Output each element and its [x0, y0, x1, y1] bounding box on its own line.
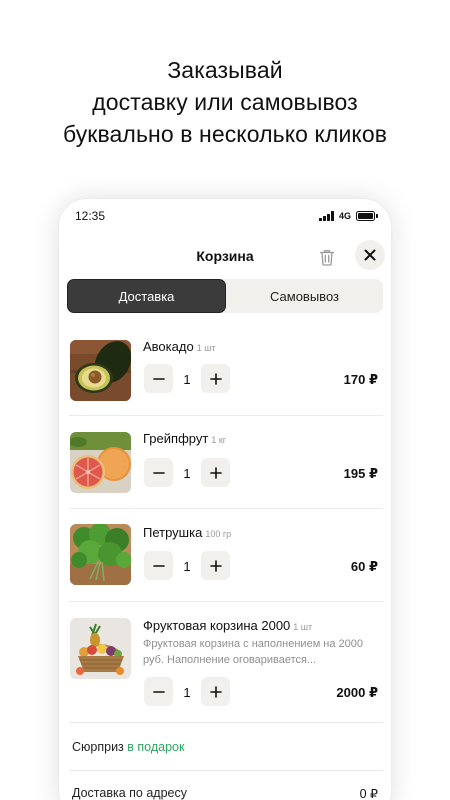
surprise-label: Сюрприз — [72, 740, 124, 754]
page-title: Корзина — [196, 248, 254, 264]
product-image — [70, 618, 131, 679]
close-icon — [364, 249, 376, 261]
item-name-text: Грейпфрут — [143, 431, 209, 446]
item-unit: 100 гр — [205, 529, 232, 539]
quantity-value: 1 — [183, 685, 191, 700]
battery-icon — [356, 211, 378, 221]
minus-icon — [152, 377, 165, 380]
item-name: Петрушка 100 гр — [143, 525, 231, 540]
minus-icon — [152, 471, 165, 474]
increase-quantity-button[interactable] — [201, 458, 230, 487]
quantity-value: 1 — [183, 559, 191, 574]
tab-pickup[interactable]: Самовывоз — [226, 279, 383, 313]
item-description: Фруктовая корзина с наполнением на 2000 … — [143, 638, 364, 666]
product-image — [70, 340, 131, 401]
divider — [69, 415, 383, 416]
headline-line-1: Заказывай — [167, 57, 283, 83]
promo-headline: Заказывай доставку или самовывоз букваль… — [0, 54, 450, 150]
divider — [69, 601, 383, 602]
decrease-quantity-button[interactable] — [144, 364, 173, 393]
delivery-address-label: Доставка по адресу — [72, 786, 187, 800]
divider — [69, 508, 383, 509]
decrease-quantity-button[interactable] — [144, 677, 173, 706]
surprise-gift-link[interactable]: в подарок — [127, 740, 184, 754]
item-price: 170 ₽ — [343, 372, 378, 387]
delivery-cost: 0 ₽ — [359, 787, 378, 800]
divider — [69, 770, 383, 771]
item-unit: 1 шт — [293, 622, 313, 632]
plus-icon — [209, 685, 222, 698]
item-unit: 1 шт — [196, 343, 216, 353]
quantity-value: 1 — [183, 372, 191, 387]
headline-line-2: доставку или самовывоз — [92, 89, 358, 115]
phone-mockup: 12:35 4G Корзина Доставка Самовывоз Авок… — [59, 199, 391, 800]
item-name: Грейпфрут 1 кг — [143, 431, 226, 446]
item-price: 195 ₽ — [343, 466, 378, 481]
decrease-quantity-button[interactable] — [144, 458, 173, 487]
minus-icon — [152, 564, 165, 567]
increase-quantity-button[interactable] — [201, 677, 230, 706]
quantity-value: 1 — [183, 466, 191, 481]
item-name-text: Авокадо — [143, 339, 194, 354]
plus-icon — [209, 559, 222, 572]
headline-line-3: буквально в несколько кликов — [62, 121, 388, 147]
item-price: 2000 ₽ — [336, 685, 378, 700]
close-button[interactable] — [355, 240, 385, 270]
divider — [69, 722, 383, 723]
status-bar: 12:35 4G — [59, 199, 391, 235]
signal-icon — [319, 211, 334, 221]
status-indicators: 4G — [319, 210, 378, 222]
surprise-gift-row[interactable]: Сюрприз в подарок — [72, 740, 184, 754]
network-type: 4G — [338, 211, 351, 221]
product-image — [70, 524, 131, 585]
plus-icon — [209, 466, 222, 479]
item-unit: 1 кг — [211, 435, 227, 445]
decrease-quantity-button[interactable] — [144, 551, 173, 580]
tab-delivery[interactable]: Доставка — [67, 279, 226, 313]
item-name: Авокадо 1 шт — [143, 339, 216, 354]
item-price: 60 ₽ — [350, 559, 378, 574]
item-name-text: Фруктовая корзина 2000 — [143, 618, 291, 633]
item-name: Фруктовая корзина 2000 1 шт — [143, 618, 312, 633]
increase-quantity-button[interactable] — [201, 364, 230, 393]
product-image — [70, 432, 131, 493]
item-name-text: Петрушка — [143, 525, 203, 540]
delivery-method-toggle: Доставка Самовывоз — [67, 279, 383, 313]
increase-quantity-button[interactable] — [201, 551, 230, 580]
minus-icon — [152, 690, 165, 693]
status-time: 12:35 — [75, 209, 106, 223]
plus-icon — [209, 372, 222, 385]
trash-icon[interactable] — [316, 246, 338, 268]
